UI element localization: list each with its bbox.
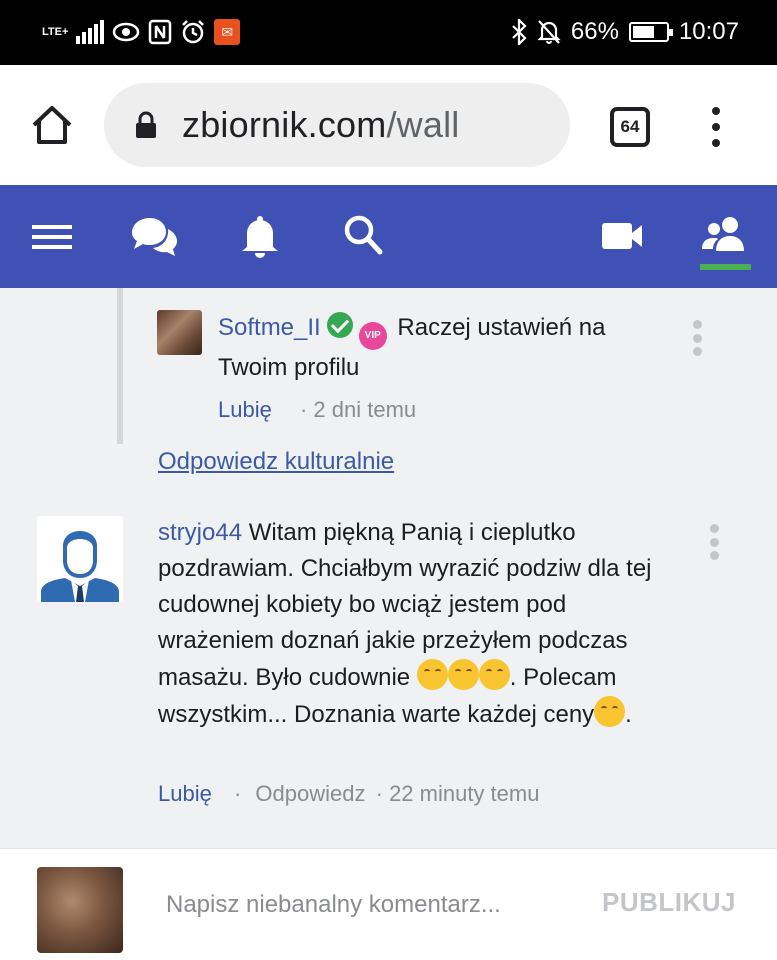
avatar[interactable] <box>37 516 123 602</box>
address-bar[interactable]: zbiornik.com/wall <box>104 83 570 167</box>
lock-icon <box>136 111 156 138</box>
nfc-icon <box>149 19 172 45</box>
home-icon[interactable] <box>30 103 74 147</box>
reply-username[interactable]: Softme_II <box>218 314 321 341</box>
status-right: 66% 10:07 <box>511 16 739 48</box>
reply-time: · 2 dni temu <box>299 397 417 422</box>
reply-button[interactable]: Odpowiedz <box>255 781 365 806</box>
battery-fill <box>632 26 655 38</box>
hugging-emoji-icon <box>447 659 479 690</box>
like-button[interactable]: Lubię <box>218 397 272 422</box>
thread-line <box>117 288 123 444</box>
url-text: zbiornik.com/wall <box>182 104 460 145</box>
vip-badge: VIP <box>358 322 387 350</box>
browser-menu-icon[interactable] <box>704 105 728 149</box>
verified-icon <box>326 312 353 338</box>
bell-icon[interactable] <box>236 213 286 259</box>
comment-time: · 22 minuty temu <box>375 781 540 806</box>
network-type: LTE+ <box>42 25 69 38</box>
alarm-icon <box>182 20 205 44</box>
more-options-icon[interactable] <box>691 320 703 356</box>
comment-composer: PUBLIKUJ <box>0 848 777 960</box>
menu-icon[interactable] <box>30 213 80 259</box>
more-options-icon[interactable] <box>708 524 720 560</box>
hugging-emoji-icon <box>594 696 626 727</box>
comments-feed: Softme_II VIP Raczej ustawień na Twoim pr… <box>0 288 777 848</box>
avatar <box>37 867 123 953</box>
comment-input[interactable] <box>166 885 566 925</box>
eye-icon <box>113 22 140 42</box>
mute-icon <box>537 20 561 44</box>
tab-switcher-button[interactable]: 64 <box>610 107 650 147</box>
reply-comment: Softme_II VIP Raczej ustawień na Twoim pr… <box>218 310 658 386</box>
comment: stryjo44 Witam piękną Panią i cieplutko … <box>158 515 678 733</box>
chat-icon[interactable] <box>128 213 178 259</box>
battery-percent: 66% <box>570 18 619 45</box>
comment-username[interactable]: stryjo44 <box>158 519 242 546</box>
publish-button[interactable]: PUBLIKUJ <box>602 887 736 918</box>
battery-icon <box>628 22 673 42</box>
avatar[interactable] <box>157 310 202 355</box>
friends-icon[interactable] <box>700 213 750 259</box>
active-tab-indicator <box>700 264 751 270</box>
reply-link[interactable]: Odpowiedz kulturalnie <box>158 448 394 476</box>
status-bar: LTE+ ✉ 66% 10:07 <box>0 0 777 65</box>
bluetooth-icon <box>512 19 527 45</box>
search-icon[interactable] <box>340 213 390 259</box>
signal-icon <box>76 20 105 44</box>
clock: 10:07 <box>678 18 739 45</box>
app-navbar <box>0 185 777 288</box>
comment-body-3: . <box>625 701 632 728</box>
comment-meta: Lubię · Odpowiedz · 22 minuty temu <box>158 781 540 806</box>
hugging-emoji-icon <box>416 659 448 690</box>
default-avatar-icon <box>37 516 123 602</box>
hugging-emoji-icon <box>478 659 510 690</box>
like-button[interactable]: Lubię <box>158 781 212 806</box>
status-left: LTE+ ✉ <box>42 16 241 48</box>
browser-toolbar: zbiornik.com/wall 64 <box>0 65 777 185</box>
video-icon[interactable] <box>600 213 650 259</box>
reply-meta: Lubię · 2 dni temu <box>218 397 416 423</box>
app-notification-icon: ✉ <box>214 19 241 45</box>
